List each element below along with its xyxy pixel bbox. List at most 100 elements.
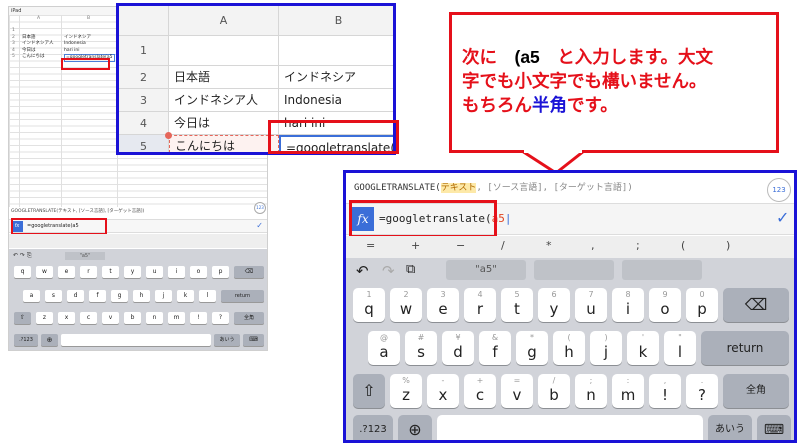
column-header-b[interactable]: B xyxy=(279,6,393,36)
key-question[interactable]: .? xyxy=(686,374,718,408)
mini-key-k[interactable]: k xyxy=(177,290,194,302)
symbol-equals-key[interactable]: = xyxy=(366,239,375,252)
kana-key[interactable]: あいう xyxy=(708,415,752,440)
key-q[interactable]: 1q xyxy=(353,288,385,322)
key-s[interactable]: # s xyxy=(405,331,437,365)
symbol-slash-key[interactable]: / xyxy=(501,239,505,252)
mini-key-t[interactable]: t xyxy=(102,266,119,278)
cell-a5[interactable]: こんにちは xyxy=(169,135,279,152)
suggestion-chip-empty[interactable] xyxy=(534,260,614,280)
symbol-close-paren-key[interactable]: ) xyxy=(726,239,730,252)
return-key[interactable]: return xyxy=(701,331,789,365)
symbol-plus-key[interactable]: + xyxy=(411,239,420,252)
key-i[interactable]: 8i xyxy=(612,288,644,322)
mini-key-a[interactable]: a xyxy=(23,290,40,302)
key-e[interactable]: 3e xyxy=(427,288,459,322)
key-m[interactable]: :m xyxy=(612,374,644,408)
mini-key-exclaim[interactable]: ! xyxy=(190,312,207,324)
row-header-3[interactable]: 3 xyxy=(119,89,169,112)
key-z[interactable]: % z xyxy=(390,374,422,408)
symbol-open-paren-key[interactable]: ( xyxy=(681,239,685,252)
key-y[interactable]: 6y xyxy=(538,288,570,322)
mini-key-w[interactable]: w xyxy=(36,266,53,278)
row-header-2[interactable]: 2 xyxy=(119,66,169,89)
cell-a1[interactable] xyxy=(169,36,279,66)
mini-aiu-key[interactable]: あいう xyxy=(214,334,240,346)
mini-return-key[interactable]: return xyxy=(221,290,264,302)
mini-key-o[interactable]: o xyxy=(190,266,207,278)
mini-key-l[interactable]: l xyxy=(199,290,216,302)
zenkaku-key[interactable]: 全角 xyxy=(723,374,789,408)
symbol-semicolon-key[interactable]: ; xyxy=(636,239,640,252)
key-l[interactable]: " l xyxy=(664,331,696,365)
mini-keyboard-hide-icon[interactable]: ⌨ xyxy=(243,334,264,346)
mini-key-g[interactable]: g xyxy=(111,290,128,302)
key-d[interactable]: ¥ d xyxy=(442,331,474,365)
mini-space-key[interactable] xyxy=(61,334,211,346)
mini-key-d[interactable]: d xyxy=(67,290,84,302)
mini-key-z[interactable]: z xyxy=(36,312,53,324)
key-h[interactable]: (h xyxy=(553,331,585,365)
mini-suggestion[interactable]: "a5" xyxy=(65,252,105,260)
mini-key-u[interactable]: u xyxy=(146,266,163,278)
mini-key-question[interactable]: ? xyxy=(212,312,229,324)
key-exclaim[interactable]: ,! xyxy=(649,374,681,408)
key-w[interactable]: 2w xyxy=(390,288,422,322)
row-header-5[interactable]: 5 xyxy=(119,135,169,152)
paste-icon[interactable]: ⧉ xyxy=(406,262,415,277)
backspace-key[interactable]: ⌫ xyxy=(723,288,789,322)
space-key[interactable] xyxy=(437,415,703,440)
mini-key-h[interactable]: h xyxy=(133,290,150,302)
mini-zenkaku-key[interactable]: 全角 xyxy=(234,312,264,324)
mini-key-e[interactable]: e xyxy=(58,266,75,278)
column-header-a[interactable]: A xyxy=(169,6,279,36)
key-u[interactable]: 7u xyxy=(575,288,607,322)
key-r[interactable]: 4r xyxy=(464,288,496,322)
cell-b1[interactable] xyxy=(279,36,393,66)
mini-key-m[interactable]: m xyxy=(168,312,185,324)
undo-icon[interactable]: ↶ xyxy=(356,262,369,280)
mini-key-p[interactable]: p xyxy=(212,266,229,278)
mini-cell-b3[interactable]: Indonesia xyxy=(64,41,86,47)
mini-undo-icon[interactable]: ↶ ↷ ⎘ xyxy=(13,252,32,260)
mini-key-n[interactable]: n xyxy=(146,312,163,324)
cell-a4[interactable]: 今日は xyxy=(169,112,279,135)
key-n[interactable]: ; n xyxy=(575,374,607,408)
keyboard-hide-icon[interactable]: ⌨ xyxy=(757,415,791,440)
mini-key-b[interactable]: b xyxy=(124,312,141,324)
symbol-star-key[interactable]: * xyxy=(546,239,552,252)
key-v[interactable]: = v xyxy=(501,374,533,408)
key-c[interactable]: + c xyxy=(464,374,496,408)
row-header-4[interactable]: 4 xyxy=(119,112,169,135)
mini-key-y[interactable]: y xyxy=(124,266,141,278)
key-o[interactable]: 9o xyxy=(649,288,681,322)
mini-key-s[interactable]: s xyxy=(45,290,62,302)
key-g[interactable]: * g xyxy=(516,331,548,365)
mini-cell-a3[interactable]: インドネシア人 xyxy=(22,41,54,47)
shift-key[interactable]: ⇧ xyxy=(353,374,385,408)
cell-a2[interactable]: 日本語 xyxy=(169,66,279,89)
mini-key-c[interactable]: c xyxy=(80,312,97,324)
mini-check-icon[interactable]: ✓ xyxy=(256,221,263,230)
confirm-check-icon[interactable]: ✓ xyxy=(776,208,789,227)
key-a[interactable]: @ a xyxy=(368,331,400,365)
mini-cell-a5[interactable]: こんにちは xyxy=(22,54,45,60)
redo-icon[interactable]: ↷ xyxy=(382,262,395,280)
mini-key-x[interactable]: x xyxy=(58,312,75,324)
mini-key-f[interactable]: f xyxy=(89,290,106,302)
cell-b3[interactable]: Indonesia xyxy=(279,89,393,112)
mini-key-j[interactable]: j xyxy=(155,290,172,302)
mini-key-i[interactable]: i xyxy=(168,266,185,278)
key-j[interactable]: ) j xyxy=(590,331,622,365)
key-f[interactable]: & f xyxy=(479,331,511,365)
cell-a3[interactable]: インドネシア人 xyxy=(169,89,279,112)
key-b[interactable]: / b xyxy=(538,374,570,408)
suggestion-chip[interactable]: "a5" xyxy=(446,260,526,280)
mini-badge[interactable]: 123 xyxy=(254,202,266,214)
mini-globe-icon[interactable]: ⊕ xyxy=(41,334,58,346)
ref-handle[interactable] xyxy=(165,132,172,139)
key-x[interactable]: -x xyxy=(427,374,459,408)
mini-key-r[interactable]: r xyxy=(80,266,97,278)
key-p[interactable]: 0p xyxy=(686,288,718,322)
suggestion-chip-empty[interactable] xyxy=(622,260,702,280)
